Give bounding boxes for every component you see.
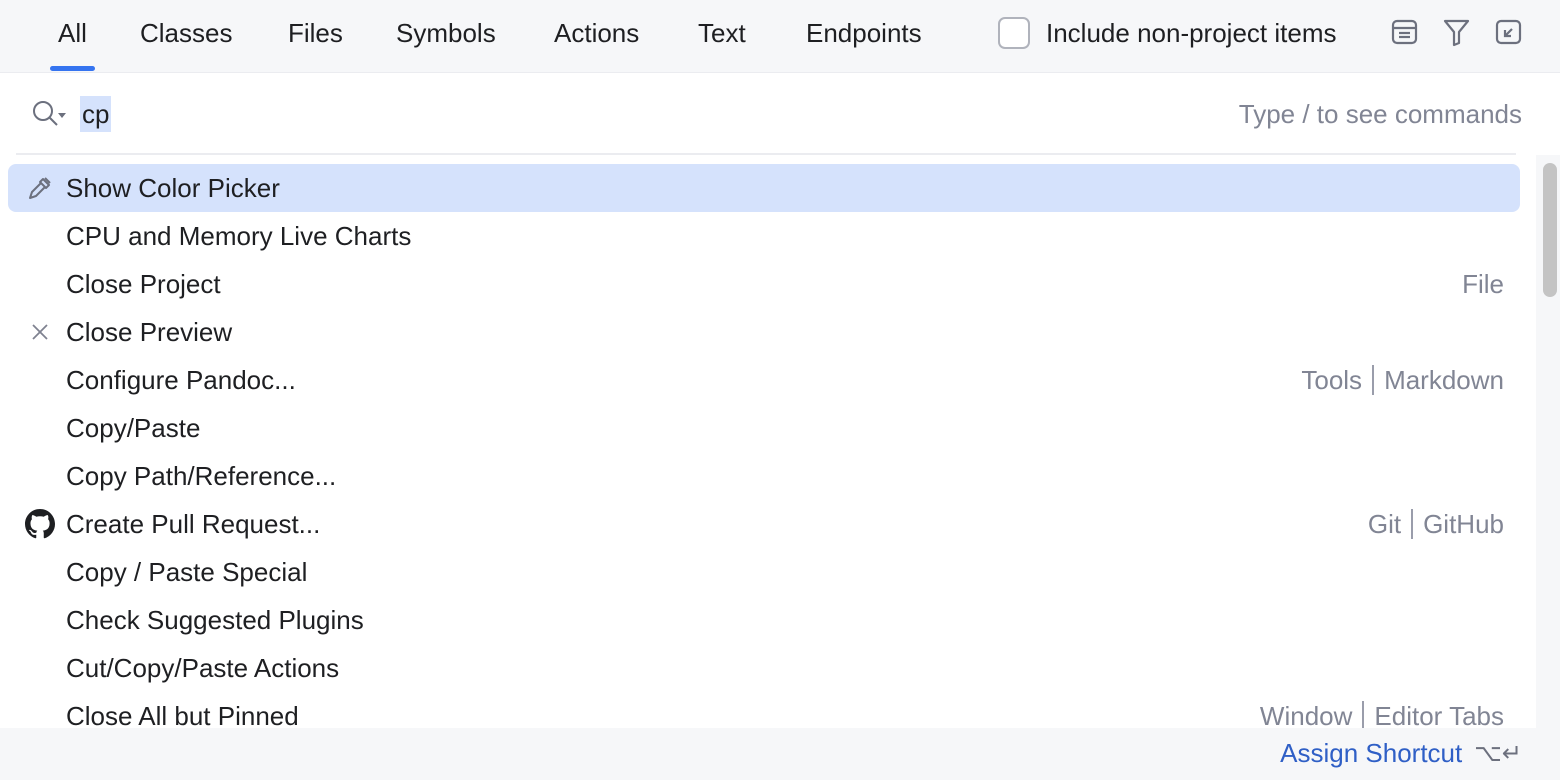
list-item[interactable]: Show Color Picker: [8, 164, 1520, 212]
item-label: Close All but Pinned: [66, 700, 299, 729]
search-hint: Type / to see commands: [1238, 99, 1522, 129]
assign-shortcut-keys: ⌥↵: [1474, 740, 1522, 767]
list-item[interactable]: CPU and Memory Live Charts: [8, 212, 1520, 260]
tab-endpoints[interactable]: Endpoints: [806, 0, 922, 72]
location-part: Editor Tabs: [1374, 700, 1504, 729]
collapse-to-corner-icon[interactable]: [1494, 17, 1524, 47]
location-separator: [1411, 509, 1414, 539]
github-icon: [22, 509, 58, 539]
item-label: CPU and Memory Live Charts: [66, 220, 412, 251]
include-non-project-items-checkbox[interactable]: Include non-project items: [998, 16, 1336, 50]
item-location: Git GitHub: [1368, 509, 1504, 540]
list-item[interactable]: Close Project File: [8, 260, 1520, 308]
item-label: Create Pull Request...: [66, 508, 321, 539]
list-item[interactable]: Copy / Paste Special: [8, 548, 1520, 596]
tab-actions[interactable]: Actions: [554, 0, 639, 72]
location-part: GitHub: [1423, 508, 1504, 539]
item-label: Copy Path/Reference...: [66, 460, 337, 491]
list-item[interactable]: Close Preview: [8, 308, 1520, 356]
filter-icon[interactable]: [1442, 17, 1472, 47]
item-label: Close Project: [66, 268, 221, 299]
tab-label: Text: [698, 18, 746, 48]
item-label: Check Suggested Plugins: [66, 604, 364, 635]
active-tab-indicator: [50, 66, 95, 71]
tab-label: Endpoints: [806, 18, 922, 48]
scrollbar-thumb[interactable]: [1543, 163, 1557, 297]
preview-panel-icon[interactable]: [1390, 17, 1420, 47]
color-picker-icon: [22, 174, 58, 202]
item-label: Copy / Paste Special: [66, 556, 308, 587]
tab-label: Actions: [554, 18, 640, 48]
item-label: Copy/Paste: [66, 412, 201, 443]
tab-label: Classes: [140, 18, 233, 48]
assign-shortcut-link[interactable]: Assign Shortcut ⌥↵: [1280, 738, 1522, 769]
tab-label: Symbols: [396, 18, 496, 48]
checkbox-box[interactable]: [998, 17, 1030, 49]
assign-shortcut-label[interactable]: Assign Shortcut: [1280, 738, 1462, 769]
tab-symbols[interactable]: Symbols: [396, 0, 496, 72]
location-part: Tools: [1301, 364, 1363, 395]
item-location: Tools Markdown: [1301, 365, 1504, 396]
tab-files[interactable]: Files: [288, 0, 343, 72]
results-list: Show Color Picker CPU and Memory Live Ch…: [0, 155, 1536, 728]
tab-label: All: [58, 18, 87, 48]
checkbox-label: Include non-project items: [1046, 17, 1337, 48]
footer: Assign Shortcut ⌥↵: [0, 728, 1560, 780]
item-label: Show Color Picker: [66, 172, 280, 203]
item-label: Configure Pandoc...: [66, 364, 296, 395]
list-item[interactable]: Copy/Paste: [8, 404, 1520, 452]
tab-all[interactable]: All: [50, 0, 95, 72]
item-label: Close Preview: [66, 316, 233, 347]
search-with-history-icon[interactable]: [30, 98, 68, 130]
list-item[interactable]: Create Pull Request... Git GitHub: [8, 500, 1520, 548]
tab-label: Files: [288, 18, 343, 48]
list-item[interactable]: Copy Path/Reference...: [8, 452, 1520, 500]
list-item[interactable]: Cut/Copy/Paste Actions: [8, 644, 1520, 692]
item-label: Cut/Copy/Paste Actions: [66, 652, 340, 683]
location-separator: [1362, 701, 1365, 728]
location-separator: [1372, 365, 1375, 395]
list-item[interactable]: Configure Pandoc... Tools Markdown: [8, 356, 1520, 404]
tab-text[interactable]: Text: [698, 0, 746, 72]
list-item[interactable]: Close All but Pinned Window Editor Tabs: [8, 692, 1520, 728]
list-item[interactable]: Check Suggested Plugins: [8, 596, 1520, 644]
search-input[interactable]: cp: [80, 96, 112, 132]
item-location: File: [1462, 269, 1504, 300]
search-everywhere-tabbar: All Classes Files Symbols Actions Text E…: [0, 0, 1560, 73]
item-location: Window Editor Tabs: [1259, 700, 1504, 729]
location-part: Window: [1259, 700, 1353, 729]
tab-classes[interactable]: Classes: [140, 0, 232, 72]
location-part: Markdown: [1384, 364, 1504, 395]
location-part: Git: [1367, 508, 1402, 539]
search-row: cp Type / to see commands: [0, 74, 1560, 155]
close-icon: [22, 318, 58, 346]
location-part: File: [1462, 268, 1504, 299]
